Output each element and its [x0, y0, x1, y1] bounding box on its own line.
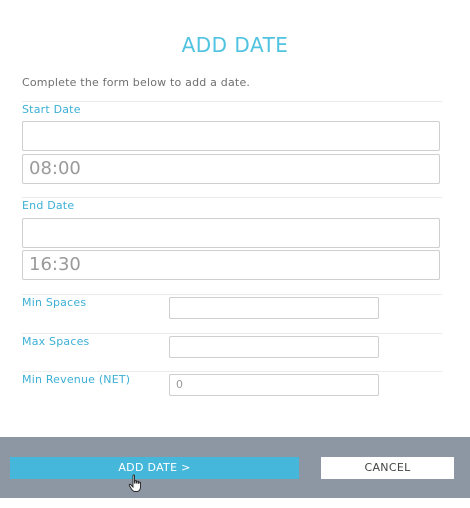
intro-text: Complete the form below to add a date.: [22, 76, 251, 89]
end-date-label: End Date: [22, 199, 75, 212]
start-time-input[interactable]: 08:00: [22, 154, 440, 184]
start-date-label: Start Date: [22, 103, 81, 116]
min-revenue-label: Min Revenue (NET): [22, 373, 131, 386]
divider: [22, 101, 442, 102]
start-date-input[interactable]: [22, 121, 440, 151]
divider: [22, 197, 442, 198]
dialog-title: ADD DATE: [181, 33, 289, 57]
dialog-footer: ADD DATE > CANCEL: [0, 437, 470, 498]
add-date-button[interactable]: ADD DATE >: [10, 457, 299, 479]
end-date-input[interactable]: [22, 218, 440, 248]
divider: [22, 371, 442, 372]
min-spaces-label: Min Spaces: [22, 296, 87, 309]
cancel-button[interactable]: CANCEL: [321, 457, 454, 479]
max-spaces-input[interactable]: [169, 336, 379, 358]
end-time-input[interactable]: 16:30: [22, 250, 440, 280]
min-spaces-input[interactable]: [169, 297, 379, 319]
divider: [22, 294, 442, 295]
divider: [22, 333, 442, 334]
add-date-dialog: ADD DATE Complete the form below to add …: [0, 0, 470, 508]
min-revenue-input[interactable]: 0: [169, 374, 379, 396]
hand-pointer-icon: [128, 474, 141, 492]
max-spaces-label: Max Spaces: [22, 335, 90, 348]
